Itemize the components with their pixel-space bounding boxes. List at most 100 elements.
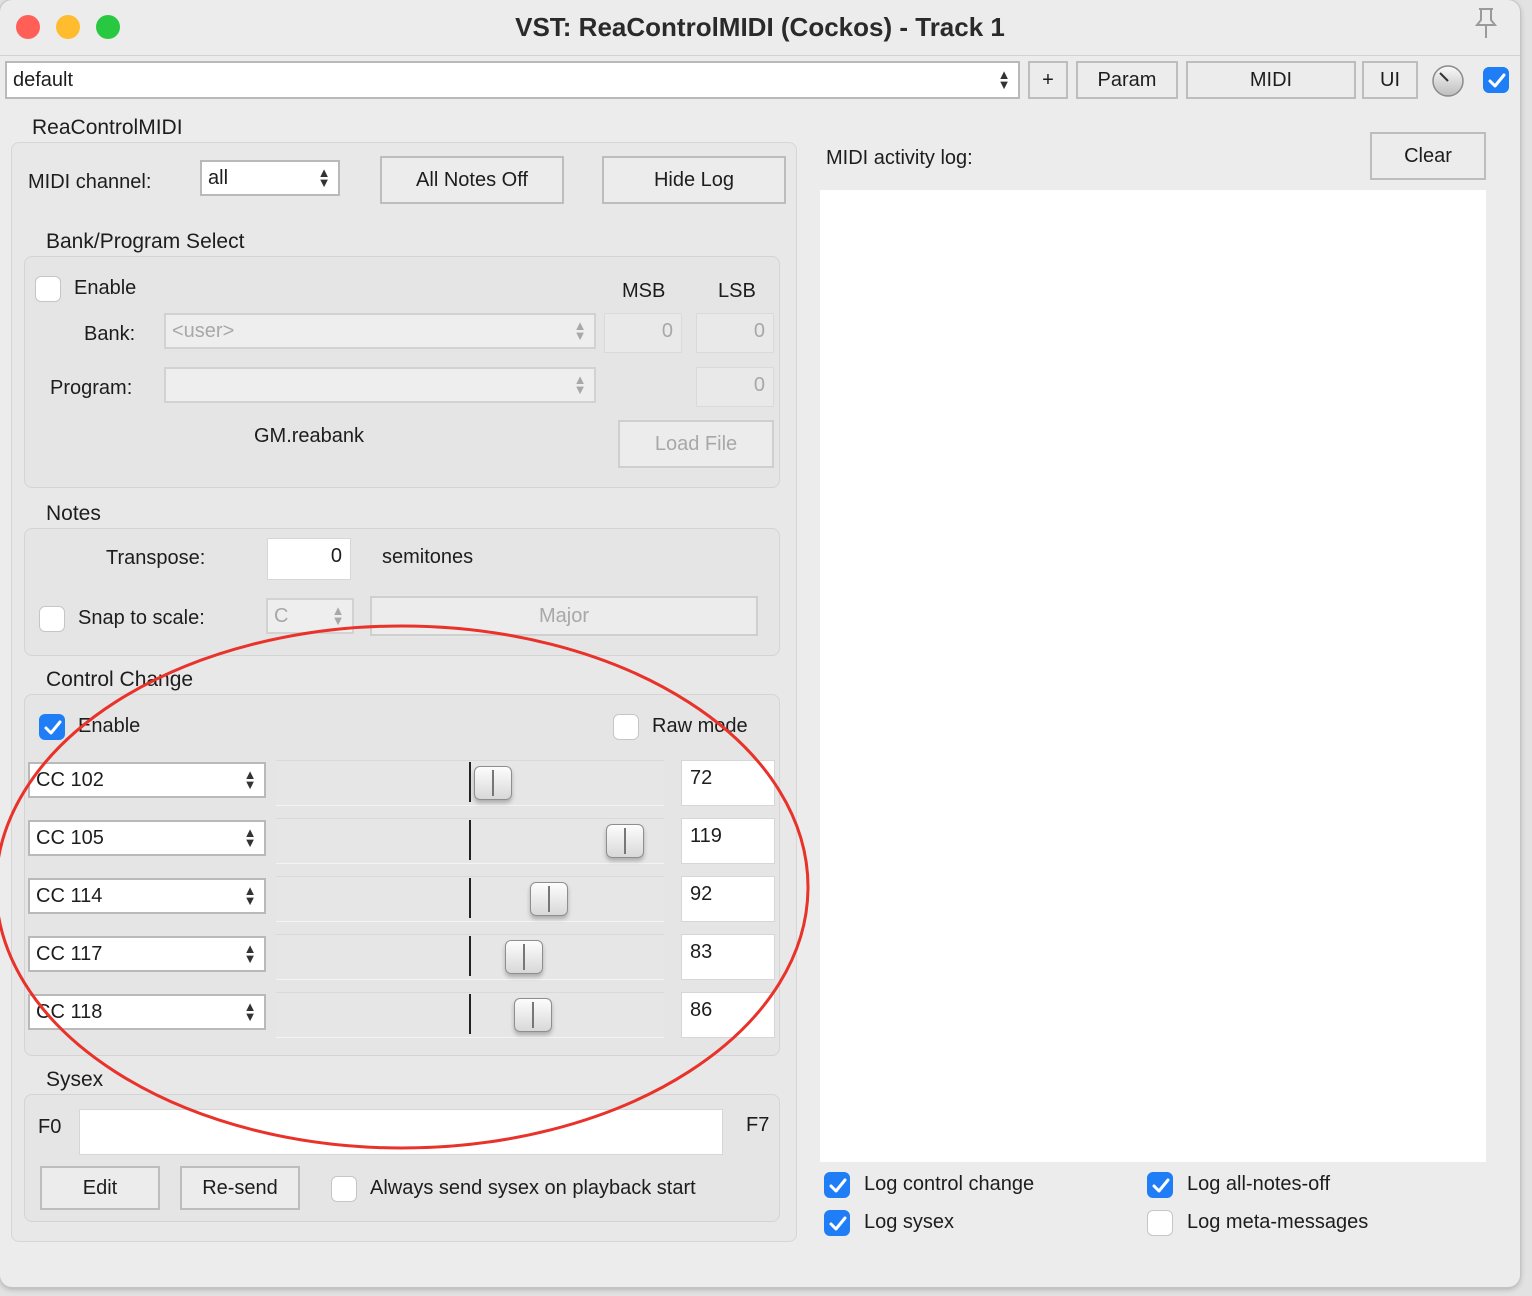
- checkmark-icon: [1488, 73, 1506, 88]
- plugin-enable-checkbox[interactable]: [1483, 67, 1509, 93]
- scale-key-value: C: [274, 604, 289, 627]
- updown-chevron-icon: ▲ ▼: [573, 318, 587, 343]
- cc-slider-thumb[interactable]: [505, 940, 543, 974]
- updown-chevron-icon: ▲ ▼: [573, 372, 587, 397]
- snap-to-scale-checkbox[interactable]: [39, 606, 65, 632]
- snap-to-scale-label: Snap to scale:: [78, 607, 205, 629]
- log-sysex-label: Log sysex: [864, 1211, 955, 1233]
- plugin-window: VST: ReaControlMIDI (Cockos) - Track 1 d…: [0, 0, 1520, 1287]
- cc-value-field[interactable]: 119: [681, 818, 775, 864]
- log-meta-messages-checkbox[interactable]: [1147, 1210, 1173, 1236]
- titlebar-divider: [0, 55, 1520, 56]
- msb-label: MSB: [622, 280, 666, 302]
- cc-slider-thumb[interactable]: [474, 766, 512, 800]
- updown-chevron-icon: ▲ ▼: [243, 999, 257, 1024]
- cc-enable-checkbox[interactable]: [39, 714, 65, 740]
- updown-chevron-icon: ▲ ▼: [243, 767, 257, 792]
- program-select[interactable]: ▲ ▼: [164, 367, 596, 403]
- always-send-sysex-label: Always send sysex on playback start: [370, 1177, 696, 1199]
- cc-value-field[interactable]: 86: [681, 992, 775, 1038]
- cc-value-field[interactable]: 72: [681, 760, 775, 806]
- plugin-name-label: ReaControlMIDI: [32, 116, 183, 139]
- sysex-f0-label: F0: [38, 1116, 62, 1138]
- preset-select[interactable]: default ▲ ▼: [5, 61, 1020, 99]
- midi-channel-value: all: [208, 166, 229, 189]
- bank-msb-field[interactable]: 0: [604, 313, 682, 353]
- preset-value: default: [13, 68, 74, 91]
- scale-key-select[interactable]: C ▲ ▼: [266, 598, 354, 634]
- cc-slider-thumb[interactable]: [606, 824, 644, 858]
- log-all-notes-off-checkbox[interactable]: [1147, 1172, 1173, 1198]
- cc-number-value: CC 117: [36, 942, 103, 965]
- bank-lsb-field[interactable]: 0: [696, 313, 774, 353]
- midi-log-title: MIDI activity log:: [826, 147, 973, 169]
- bank-value: <user>: [172, 319, 235, 342]
- cc-number-select[interactable]: CC 114 ▲ ▼: [28, 878, 266, 914]
- checkmark-icon: [829, 1178, 847, 1193]
- log-sysex-checkbox[interactable]: [824, 1210, 850, 1236]
- cc-number-value: CC 105: [36, 826, 104, 849]
- transpose-label: Transpose:: [106, 547, 206, 569]
- transpose-field[interactable]: 0: [267, 538, 351, 580]
- midi-channel-select[interactable]: all ▲ ▼: [200, 160, 340, 196]
- cc-number-select[interactable]: CC 118 ▲ ▼: [28, 994, 266, 1030]
- bank-select[interactable]: <user> ▲ ▼: [164, 313, 596, 349]
- add-preset-button[interactable]: +: [1028, 61, 1068, 99]
- cc-number-value: CC 102: [36, 768, 104, 791]
- cc-number-select[interactable]: CC 105 ▲ ▼: [28, 820, 266, 856]
- sysex-input[interactable]: [79, 1109, 723, 1155]
- cc-slider-center-mark: [469, 878, 471, 918]
- cc-slider-thumb[interactable]: [514, 998, 552, 1032]
- window-title: VST: ReaControlMIDI (Cockos) - Track 1: [515, 12, 1005, 42]
- bank-enable-label: Enable: [74, 277, 137, 299]
- cc-number-select[interactable]: CC 102 ▲ ▼: [28, 762, 266, 798]
- updown-chevron-icon: ▲ ▼: [243, 825, 257, 850]
- cc-slider-center-mark: [469, 994, 471, 1034]
- midi-channel-label: MIDI channel:: [28, 171, 152, 193]
- cc-slider-center-mark: [469, 936, 471, 976]
- cc-value-field[interactable]: 92: [681, 876, 775, 922]
- checkmark-icon: [1152, 1178, 1170, 1193]
- control-change-title: Control Change: [46, 668, 194, 691]
- midi-activity-log[interactable]: [820, 190, 1486, 1162]
- sysex-resend-button[interactable]: Re-send: [180, 1166, 300, 1210]
- always-send-sysex-checkbox[interactable]: [331, 1176, 357, 1202]
- cc-slider-center-mark: [469, 820, 471, 860]
- cc-value-field[interactable]: 83: [681, 934, 775, 980]
- cc-number-select[interactable]: CC 117 ▲ ▼: [28, 936, 266, 972]
- log-control-change-label: Log control change: [864, 1173, 1035, 1195]
- all-notes-off-button[interactable]: All Notes Off: [380, 156, 564, 204]
- sysex-f7-label: F7: [746, 1114, 770, 1136]
- lsb-label: LSB: [718, 280, 756, 302]
- raw-mode-label: Raw mode: [652, 715, 748, 737]
- bank-label: Bank:: [84, 323, 136, 345]
- log-control-change-checkbox[interactable]: [824, 1172, 850, 1198]
- checkmark-icon: [44, 720, 62, 735]
- updown-chevron-icon: ▲ ▼: [317, 165, 331, 190]
- cc-number-value: CC 118: [36, 1000, 103, 1023]
- ui-button[interactable]: UI: [1362, 61, 1418, 99]
- checkmark-icon: [829, 1216, 847, 1231]
- wet-knob-icon[interactable]: [1430, 63, 1466, 105]
- cc-slider-thumb[interactable]: [530, 882, 568, 916]
- sysex-edit-button[interactable]: Edit: [40, 1166, 160, 1210]
- bank-file-name: GM.reabank: [254, 425, 365, 447]
- semitones-label: semitones: [382, 546, 474, 568]
- pin-icon[interactable]: [1470, 6, 1502, 46]
- param-button[interactable]: Param: [1076, 61, 1178, 99]
- midi-button[interactable]: MIDI: [1186, 61, 1356, 99]
- load-file-button[interactable]: Load File: [618, 420, 774, 468]
- hide-log-button[interactable]: Hide Log: [602, 156, 786, 204]
- log-all-notes-off-label: Log all-notes-off: [1187, 1173, 1331, 1195]
- scale-type-button[interactable]: Major: [370, 596, 758, 636]
- cc-number-value: CC 114: [36, 884, 103, 907]
- raw-mode-checkbox[interactable]: [613, 714, 639, 740]
- log-meta-messages-label: Log meta-messages: [1187, 1211, 1369, 1233]
- cc-enable-label: Enable: [78, 715, 141, 737]
- bank-program-title: Bank/Program Select: [46, 230, 245, 253]
- updown-chevron-icon: ▲ ▼: [243, 883, 257, 908]
- program-number-field[interactable]: 0: [696, 367, 774, 407]
- sysex-title: Sysex: [46, 1068, 104, 1091]
- bank-enable-checkbox[interactable]: [35, 276, 61, 302]
- clear-log-button[interactable]: Clear: [1370, 132, 1486, 180]
